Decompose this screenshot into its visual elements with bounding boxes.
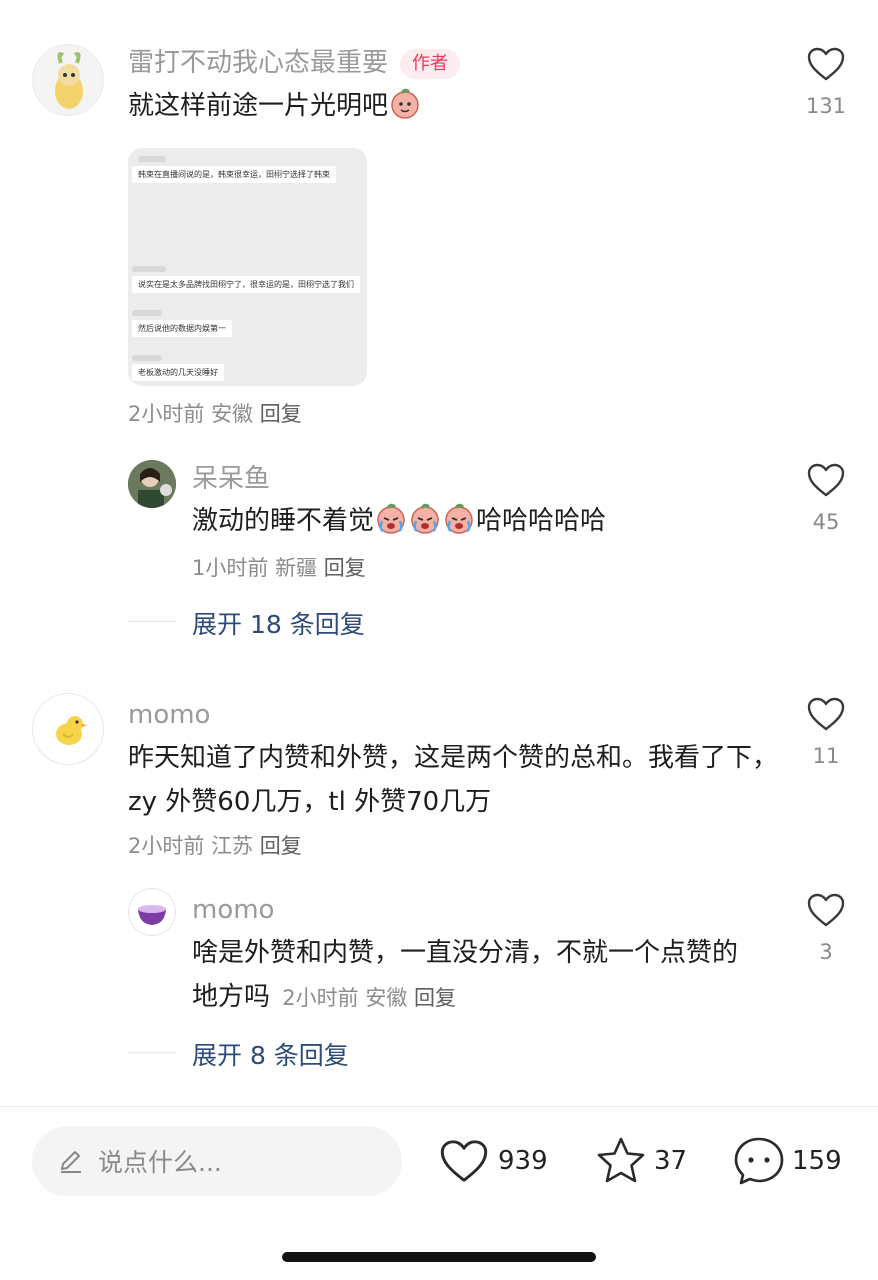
reply-meta: 1小时前 新疆 回复 bbox=[192, 554, 366, 582]
home-indicator[interactable] bbox=[282, 1252, 596, 1262]
comment-button[interactable]: 159 bbox=[732, 1134, 842, 1188]
author-badge: 作者 bbox=[400, 48, 461, 79]
like-count: 45 bbox=[812, 510, 840, 534]
reply-time: 2小时前 bbox=[282, 986, 359, 1010]
comment-location: 安徽 bbox=[211, 402, 254, 426]
reply-text[interactable]: 激动的睡不着觉 哈哈哈哈哈 bbox=[192, 499, 606, 543]
image-text-line: 老板激动的几天没睡好 bbox=[132, 364, 224, 381]
comment-input-placeholder: 说点什么... bbox=[98, 1148, 222, 1177]
like-post-count: 939 bbox=[498, 1146, 548, 1176]
like-count: 131 bbox=[805, 94, 847, 118]
reply-button[interactable]: 回复 bbox=[324, 556, 366, 580]
reply-text-content: 啥是外赞和内赞，一直没分清，不就一个点赞的地方吗 bbox=[192, 938, 739, 1012]
comment-text[interactable]: 昨天知道了内赞和外赞，这是两个赞的总和。我看了下，zy 外赞60几万，tl 外赞… bbox=[128, 736, 778, 824]
reply-button[interactable]: 回复 bbox=[260, 834, 302, 858]
comment-location: 江苏 bbox=[211, 834, 254, 858]
author-name[interactable]: 雷打不动我心态最重要 bbox=[128, 48, 388, 78]
peach-emoji-icon bbox=[388, 86, 422, 120]
chat-bubble-icon bbox=[734, 1137, 784, 1185]
avatar[interactable] bbox=[128, 460, 176, 508]
comment-input[interactable]: 说点什么... bbox=[32, 1126, 402, 1196]
like-post-button[interactable]: 939 bbox=[438, 1136, 548, 1186]
favorite-button[interactable]: 37 bbox=[594, 1134, 687, 1188]
heart-icon bbox=[440, 1140, 488, 1182]
reply-button[interactable]: 回复 bbox=[414, 986, 456, 1010]
comment-meta: 2小时前 江苏 回复 bbox=[128, 832, 302, 860]
image-text-line: 然后说他的数据内娱第一 bbox=[132, 320, 232, 337]
reply-author[interactable]: momo bbox=[192, 893, 274, 927]
blurred-name bbox=[132, 266, 166, 272]
reply-text-suffix: 哈哈哈哈哈 bbox=[476, 506, 607, 536]
comment-author[interactable]: momo bbox=[128, 698, 210, 732]
peach-crying-emoji-icon bbox=[408, 501, 442, 535]
comment-time: 2小时前 bbox=[128, 402, 205, 426]
bottom-bar-divider bbox=[0, 1106, 878, 1107]
like-button[interactable] bbox=[806, 46, 846, 82]
comment-image[interactable]: 韩束在直播间说的是，韩束很幸运，田栩宁选择了韩束 说实在是太多品牌找田栩宁了，很… bbox=[128, 148, 367, 386]
heart-icon bbox=[807, 47, 845, 81]
reply-author[interactable]: 呆呆鱼 bbox=[192, 462, 270, 496]
avatar[interactable] bbox=[128, 888, 176, 936]
reply-location: 新疆 bbox=[275, 556, 318, 580]
like-count: 3 bbox=[819, 940, 833, 964]
image-text-line: 韩束在直播间说的是，韩束很幸运，田栩宁选择了韩束 bbox=[132, 166, 336, 183]
like-button[interactable] bbox=[806, 696, 846, 732]
blurred-name bbox=[132, 355, 162, 361]
like-count: 11 bbox=[812, 744, 840, 768]
favorite-count: 37 bbox=[654, 1146, 688, 1176]
blurred-name bbox=[138, 156, 166, 162]
comment-time: 2小时前 bbox=[128, 834, 205, 858]
expand-replies-button[interactable]: 展开 8 条回复 bbox=[192, 1036, 349, 1072]
comment-meta: 2小时前 安徽 回复 bbox=[128, 400, 302, 428]
blurred-name bbox=[132, 310, 162, 316]
image-text-line: 说实在是太多品牌找田栩宁了，很幸运的是，田栩宁选了我们 bbox=[132, 276, 360, 293]
like-button[interactable] bbox=[806, 462, 846, 498]
like-button[interactable] bbox=[806, 892, 846, 928]
heart-icon bbox=[807, 893, 845, 927]
avatar[interactable] bbox=[32, 693, 104, 765]
comment-text[interactable]: 就这样前途一片光明吧 bbox=[128, 84, 422, 128]
pencil-icon bbox=[56, 1146, 86, 1176]
comment-text-content: 就这样前途一片光明吧 bbox=[128, 91, 389, 121]
peach-crying-emoji-icon bbox=[442, 501, 476, 535]
reply-text-content: 激动的睡不着觉 bbox=[192, 506, 375, 536]
heart-icon bbox=[807, 697, 845, 731]
expand-replies-button[interactable]: 展开 18 条回复 bbox=[192, 605, 365, 641]
divider bbox=[128, 621, 176, 622]
avatar[interactable] bbox=[32, 44, 104, 116]
reply-location: 安徽 bbox=[365, 986, 408, 1010]
comment-count: 159 bbox=[792, 1146, 842, 1176]
star-icon bbox=[597, 1137, 645, 1183]
peach-crying-emoji-icon bbox=[374, 501, 408, 535]
reply-time: 1小时前 bbox=[192, 556, 269, 580]
reply-text[interactable]: 啥是外赞和内赞，一直没分清，不就一个点赞的地方吗 2小时前 安徽 回复 bbox=[192, 931, 762, 1019]
heart-icon bbox=[807, 463, 845, 497]
reply-meta: 2小时前 安徽 回复 bbox=[282, 986, 456, 1010]
reply-button[interactable]: 回复 bbox=[260, 402, 302, 426]
comment-author[interactable]: 雷打不动我心态最重要 作者 bbox=[128, 46, 461, 80]
divider bbox=[128, 1052, 176, 1053]
